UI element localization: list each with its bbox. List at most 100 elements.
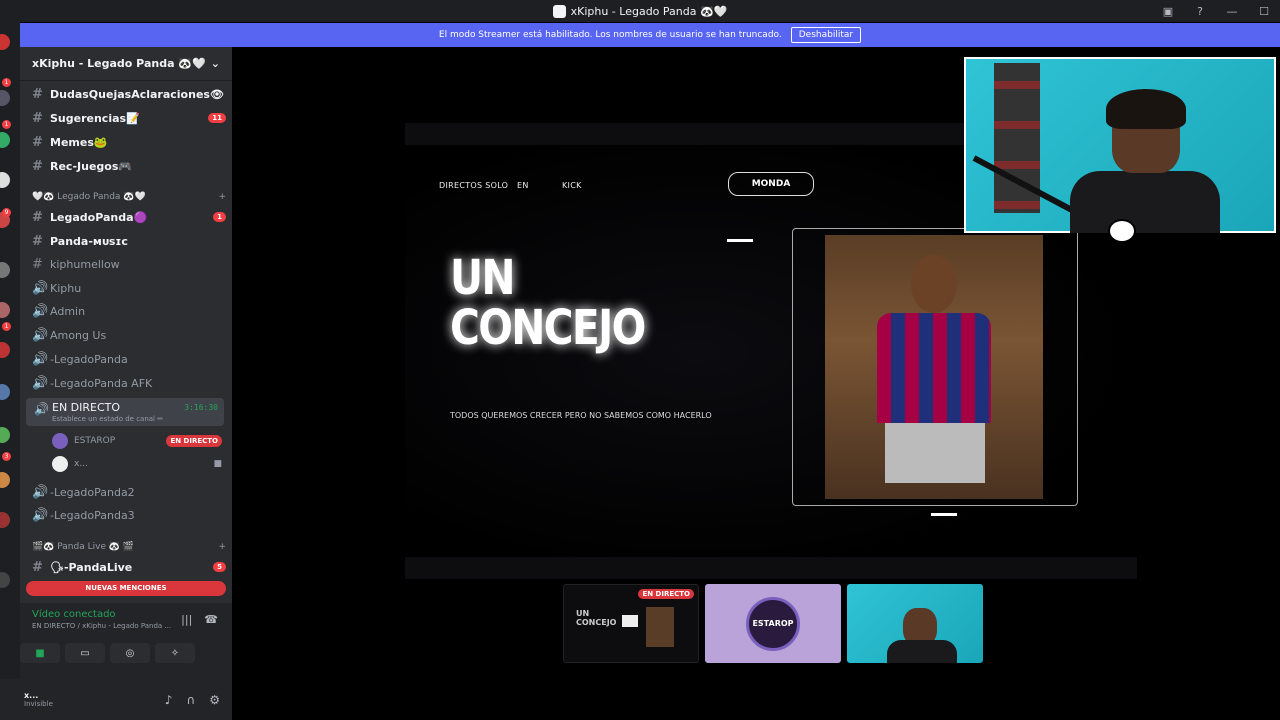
speaker-icon: 🔊 [34, 402, 49, 416]
mention-count-badge: 5 [213, 562, 226, 572]
new-mentions-button[interactable]: NUEVAS MENCIONES [26, 581, 226, 596]
camera-button[interactable]: ■ [20, 643, 60, 663]
live-badge: EN DIRECTO [638, 589, 694, 599]
category-legado-panda[interactable]: 🤍🐼 Legado Panda 🐼🤍 + [32, 192, 226, 202]
server-icon[interactable] [0, 342, 10, 358]
channel-item[interactable]: # LegadoPanda🟣 1 [32, 207, 226, 227]
server-unread-badge: 1 [2, 78, 11, 87]
stream-thumbnail[interactable] [847, 584, 983, 663]
channel-sidebar: xKiphu - Legado Panda 🐼🤍 ⌄ # DudasQuejas… [0, 47, 232, 720]
speaker-icon: 🔊 [32, 351, 49, 367]
streamer-hair [1106, 89, 1186, 129]
window-title: xKiphu - Legado Panda 🐼🤍 [552, 4, 727, 18]
stream-stage[interactable]: DIRECTOS SOLO EN KICK MONDA UN CONCEJO T… [233, 47, 1280, 720]
stream-thumbnail[interactable]: EN DIRECTO UN CONCEJO [563, 584, 699, 663]
screen-share-button[interactable]: ▭ [65, 643, 105, 663]
channel-label: -LegadoPanda AFK [50, 376, 153, 390]
voice-channel-item[interactable]: 🔊 -LegadoPanda [32, 349, 226, 369]
server-icon[interactable] [0, 90, 10, 106]
minimize-button[interactable]: — [1216, 5, 1248, 18]
disconnect-icon[interactable]: ☎ [204, 613, 218, 626]
server-name: xKiphu - Legado Panda 🐼🤍 [32, 57, 206, 70]
channel-status[interactable]: Establece un estado de canal ✏ [52, 415, 163, 423]
channel-label: Among Us [50, 328, 107, 342]
inbox-icon[interactable]: ▣ [1152, 5, 1184, 18]
scene-bottom-bar [405, 557, 1137, 579]
server-icon[interactable] [0, 472, 10, 488]
chevron-down-icon: ⌄ [210, 57, 220, 70]
server-icon[interactable] [0, 132, 10, 148]
channel-label: EN DIRECTO [52, 401, 121, 414]
disable-streamer-button[interactable]: Deshabilitar [790, 27, 862, 43]
channel-label: -LegadoPanda [50, 352, 128, 366]
elapsed-time: 3:16:30 [184, 403, 218, 412]
overlay-title: UN CONCEJO [450, 253, 646, 356]
overlay-subtitle: TODOS QUEREMOS CRECER PERO NO SABEMOS CO… [450, 411, 712, 420]
channel-item[interactable]: # Panda-ᴍᴜsɪᴄ [32, 231, 226, 251]
decor-dash [727, 239, 753, 242]
maximize-button[interactable]: ☐ [1248, 5, 1280, 18]
server-icon[interactable] [0, 172, 10, 188]
camera-icon: ■ [213, 459, 222, 469]
category-label: 🎬🐼 Panda Live 🐼 🎬 [32, 542, 135, 552]
microphone-icon[interactable]: ♪ [165, 693, 173, 707]
user-name[interactable]: x... [24, 691, 53, 700]
server-unread-badge: 9 [2, 208, 11, 217]
voice-user[interactable]: x... ■ [52, 455, 222, 473]
voice-channel-item[interactable]: 🔊 Among Us [32, 325, 226, 345]
server-icon[interactable] [0, 512, 10, 528]
voice-channel-item[interactable]: 🔊 -LegadoPanda AFK [32, 373, 226, 393]
channel-label: DudasQuejasAclaraciones👁 [50, 87, 224, 101]
category-panda-live[interactable]: 🎬🐼 Panda Live 🐼 🎬 + [32, 542, 226, 552]
settings-gear-icon[interactable]: ⚙ [209, 693, 220, 707]
help-icon[interactable]: ? [1184, 5, 1216, 18]
hash-icon: # [32, 134, 43, 150]
speaker-icon: 🔊 [32, 303, 49, 319]
server-icon[interactable] [0, 302, 10, 318]
overlay-nav-text: EN [517, 181, 529, 190]
soundboard-button[interactable]: ✧ [155, 643, 195, 663]
decor-dash [931, 513, 957, 516]
voice-channel-item[interactable]: 🔊 -LegadoPanda2 [32, 482, 226, 502]
server-icon[interactable] [0, 262, 10, 278]
plus-icon[interactable]: + [218, 192, 226, 202]
channel-item[interactable]: # DudasQuejasAclaraciones👁 [32, 84, 226, 104]
speaker-icon: 🔊 [32, 327, 49, 343]
server-header[interactable]: xKiphu - Legado Panda 🐼🤍 ⌄ [20, 47, 232, 81]
voice-channel-item[interactable]: 🔊 Kiphu [32, 278, 226, 298]
activity-button[interactable]: ◎ [110, 643, 150, 663]
server-icon[interactable] [0, 572, 10, 588]
channel-item[interactable]: # Memes🐸 [32, 132, 226, 152]
voice-channel-item[interactable]: 🔊 -LegadoPanda3 [32, 505, 226, 525]
plus-icon[interactable]: + [218, 542, 226, 552]
server-icon[interactable] [0, 384, 10, 400]
channel-item[interactable]: # 🗣-PandaLive 5 [32, 557, 226, 577]
speaker-icon: 🔊 [32, 375, 49, 391]
hash-icon: # [32, 559, 43, 575]
channel-label: kiphumellow [50, 257, 120, 271]
overlay-nav-text: KICK [562, 181, 582, 190]
live-voice-channel[interactable]: 🔊 EN DIRECTO Establece un estado de cana… [26, 398, 224, 426]
server-icon[interactable] [0, 427, 10, 443]
soundboard-icon[interactable]: ||| [181, 613, 192, 626]
voice-user[interactable]: ESTAROP EN DIRECTO [52, 432, 222, 450]
server-icon[interactable] [0, 34, 10, 50]
channel-item[interactable]: # kiphumellow [32, 254, 226, 274]
hash-icon: # [32, 209, 43, 225]
title-line: CONCEJO [450, 300, 646, 356]
channel-label: Kiphu [50, 281, 82, 295]
avatar [52, 456, 68, 472]
photo-shirt [877, 313, 991, 423]
discord-logo-icon [552, 4, 566, 18]
headphones-icon[interactable]: ∩ [186, 693, 195, 707]
channel-item[interactable]: # Sugerencias📝 11 [32, 108, 226, 128]
streamer-body [1070, 171, 1220, 233]
stream-thumbnail[interactable]: ESTAROP [705, 584, 841, 663]
server-unread-badge: 3 [2, 452, 11, 461]
speaker-icon: 🔊 [32, 507, 49, 523]
channel-label: Panda-ᴍᴜsɪᴄ [50, 234, 128, 248]
channel-label: Admin [50, 304, 86, 318]
photo-head [911, 255, 957, 313]
channel-item[interactable]: # Rec-Juegos🎮 [32, 156, 226, 176]
voice-channel-item[interactable]: 🔊 Admin [32, 301, 226, 321]
